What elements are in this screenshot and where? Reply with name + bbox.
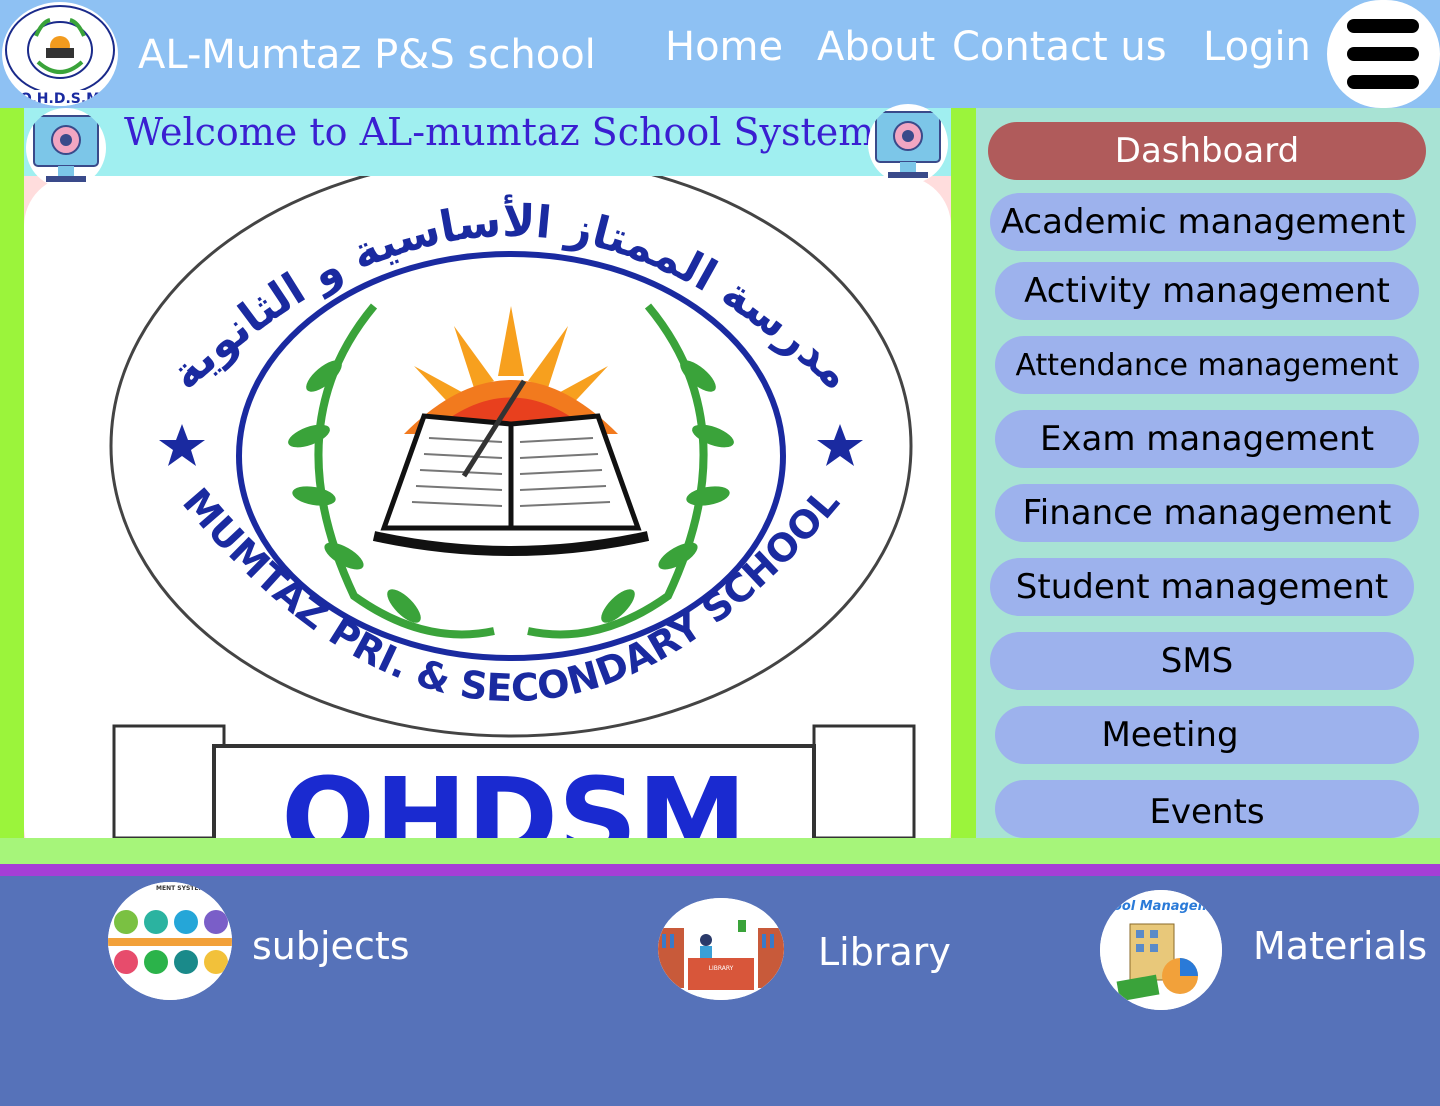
svg-text:MENT SYSTEM: MENT SYSTEM (156, 885, 204, 892)
library-link[interactable]: Library (818, 930, 951, 974)
school-logo-small[interactable]: O.H.D.S.M (2, 2, 118, 106)
hamburger-icon (1347, 19, 1419, 33)
sidebar-item-student[interactable]: Student management (990, 558, 1414, 616)
hamburger-icon-bar (1347, 47, 1419, 61)
sidebar-item-attendance[interactable]: Attendance management (995, 336, 1419, 394)
materials-link[interactable]: Materials (1253, 924, 1427, 968)
welcome-title: Welcome to AL-mumtaz School System (124, 110, 875, 154)
sidebar-item-academic[interactable]: Academic management (990, 193, 1416, 251)
subjects-link[interactable]: subjects (252, 924, 410, 968)
divider-purple (0, 864, 1440, 876)
hamburger-menu-button[interactable] (1327, 0, 1440, 108)
nav-about[interactable]: About (817, 24, 935, 70)
nav-login[interactable]: Login (1203, 24, 1311, 70)
nav-home[interactable]: Home (665, 24, 783, 70)
sidebar-item-meeting[interactable]: Meeting (995, 706, 1419, 764)
logo-frame: مدرسة الممتاز الأساسية و الثانوية MUMTAZ… (24, 176, 951, 838)
sidebar-item-dashboard[interactable]: Dashboard (988, 122, 1426, 180)
sidebar-item-sms[interactable]: SMS (990, 632, 1414, 690)
site-title: AL-Mumtaz P&S school (138, 32, 596, 78)
svg-text:LIBRARY: LIBRARY (709, 965, 734, 972)
header-bar: O.H.D.S.M AL-Mumtaz P&S school Home Abou… (0, 0, 1440, 108)
subjects-image[interactable]: MENT SYSTEM (108, 882, 232, 1000)
nav-contact[interactable]: Contact us (952, 24, 1167, 70)
logo-banner-text: OHDSM (281, 754, 747, 838)
school-logo-large: مدرسة الممتاز الأساسية و الثانوية MUMTAZ… (24, 176, 951, 838)
materials-image[interactable]: School Management (1100, 890, 1222, 1010)
sidebar-item-events[interactable]: Events (995, 780, 1419, 838)
svg-text:School Management: School Management (1100, 899, 1222, 914)
robot-right-icon (868, 104, 948, 184)
sidebar-item-exam[interactable]: Exam management (995, 410, 1419, 468)
divider-green (0, 838, 1440, 864)
sidebar-item-activity[interactable]: Activity management (995, 262, 1419, 320)
library-image[interactable]: LIBRARY (658, 898, 784, 1000)
robot-left-icon (26, 108, 106, 188)
svg-text:O.H.D.S.M: O.H.D.S.M (20, 91, 100, 106)
hamburger-icon-bar (1347, 75, 1419, 89)
sidebar-item-finance[interactable]: Finance management (995, 484, 1419, 542)
